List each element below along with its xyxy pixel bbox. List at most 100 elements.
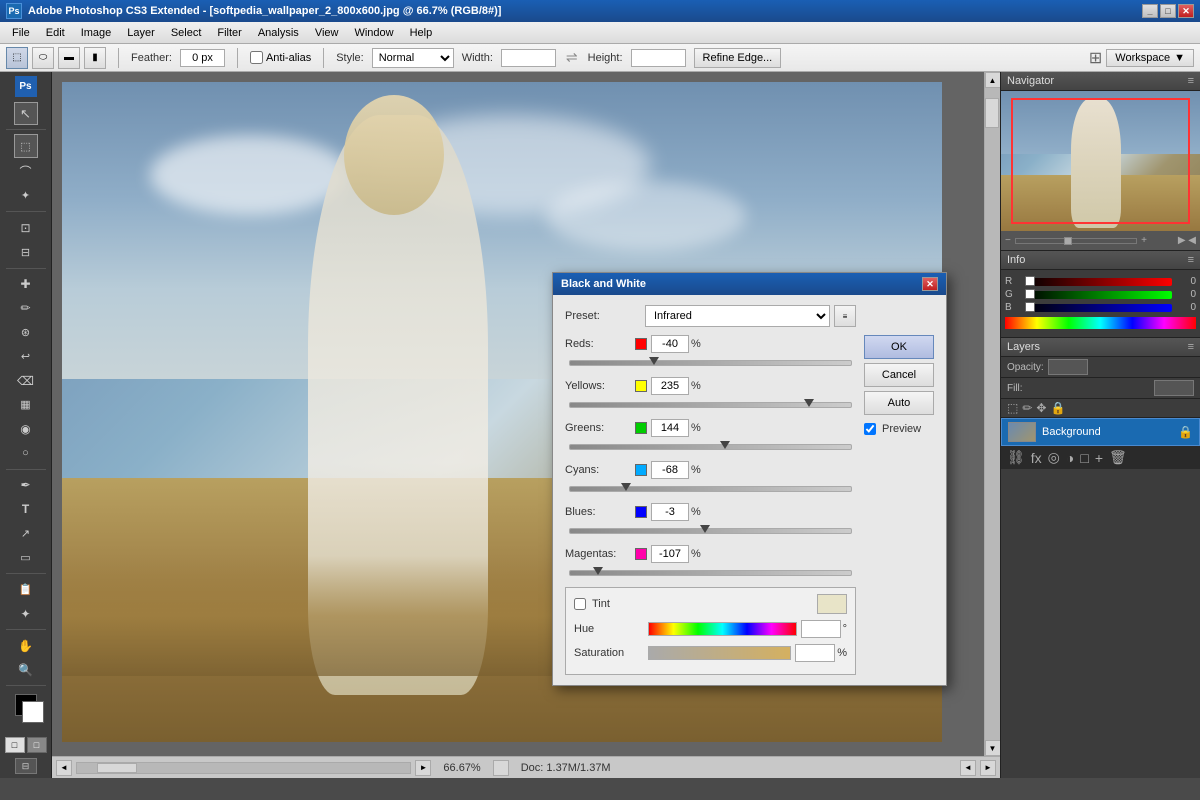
height-input[interactable] <box>631 49 686 67</box>
zoom-slider[interactable] <box>1015 238 1137 244</box>
menu-layer[interactable]: Layer <box>119 22 163 43</box>
greens-slider[interactable] <box>569 439 852 455</box>
stamp-tool[interactable]: ⊛ <box>14 321 38 344</box>
link-layers-icon[interactable]: ⛓ <box>1007 449 1025 466</box>
b-slider[interactable] <box>1025 304 1172 312</box>
blur-tool[interactable]: ◉ <box>14 417 38 440</box>
preset-select[interactable]: Infrared Default High Contrast Blue Filt… <box>645 305 830 327</box>
healing-brush-tool[interactable]: ✚ <box>14 273 38 296</box>
layer-item-background[interactable]: Background 🔒 <box>1001 418 1200 446</box>
gradient-tool[interactable]: ▦ <box>14 393 38 416</box>
quick-mask-button[interactable]: □ <box>27 737 47 753</box>
menu-image[interactable]: Image <box>73 22 120 43</box>
status-nav-left[interactable]: ◄ <box>960 760 976 776</box>
r-slider[interactable] <box>1025 278 1172 286</box>
cyans-value[interactable]: -68 <box>651 461 689 479</box>
lasso-tool[interactable]: ⌒ <box>14 160 38 183</box>
shape-tool[interactable]: ▭ <box>14 546 38 569</box>
layers-menu-icon[interactable]: ≡ <box>1188 341 1194 353</box>
magic-wand-tool[interactable]: ✦ <box>14 184 38 207</box>
row-marquee-button[interactable]: ▬ <box>58 47 80 69</box>
blues-value[interactable]: -3 <box>651 503 689 521</box>
notes-tool[interactable]: 📋 <box>14 578 38 601</box>
panel-menu-icon[interactable]: ≡ <box>1188 75 1194 87</box>
minimize-button[interactable]: _ <box>1142 4 1158 18</box>
menu-help[interactable]: Help <box>402 22 441 43</box>
zoom-slider-thumb[interactable] <box>1064 237 1072 245</box>
menu-window[interactable]: Window <box>346 22 401 43</box>
slice-tool[interactable]: ⊟ <box>14 241 38 264</box>
tint-checkbox[interactable] <box>574 598 586 610</box>
swap-icon[interactable]: ⇌ <box>566 49 578 66</box>
menu-filter[interactable]: Filter <box>209 22 249 43</box>
info-panel-menu-icon[interactable]: ≡ <box>1188 254 1194 266</box>
rect-marquee-button[interactable]: ⬚ <box>6 47 28 69</box>
zoom-tool[interactable]: 🔍 <box>14 658 38 681</box>
cancel-button[interactable]: Cancel <box>864 363 934 387</box>
path-selection-tool[interactable]: ↗ <box>14 522 38 545</box>
lock-pixels-icon[interactable]: ✏ <box>1022 401 1032 415</box>
crop-tool[interactable]: ⊡ <box>14 216 38 239</box>
new-adjustment-icon[interactable]: ◑ <box>1066 450 1074 466</box>
scroll-track[interactable] <box>985 88 1000 740</box>
dialog-close-button[interactable]: ✕ <box>922 277 938 291</box>
opacity-input[interactable]: 100% <box>1048 359 1088 375</box>
new-group-icon[interactable]: □ <box>1080 450 1088 466</box>
yellows-slider[interactable] <box>569 397 852 413</box>
refine-edge-button[interactable]: Refine Edge... <box>694 48 782 68</box>
dodge-tool[interactable]: ○ <box>14 441 38 464</box>
reds-value[interactable]: -40 <box>651 335 689 353</box>
status-nav-right[interactable]: ► <box>980 760 996 776</box>
type-tool[interactable]: T <box>14 498 38 521</box>
menu-view[interactable]: View <box>307 22 347 43</box>
hand-tool[interactable]: ✋ <box>14 634 38 657</box>
ellip-marquee-button[interactable]: ⬭ <box>32 47 54 69</box>
screen-mode-button[interactable]: ⊟ <box>15 758 37 773</box>
magentas-slider[interactable] <box>569 565 852 581</box>
tint-preview-swatch[interactable] <box>817 594 847 614</box>
ok-button[interactable]: OK <box>864 335 934 359</box>
pen-tool[interactable]: ✒ <box>14 474 38 497</box>
add-mask-icon[interactable]: ◎ <box>1048 449 1060 466</box>
layer-style-icon[interactable]: fx <box>1031 450 1042 466</box>
workspace-button[interactable]: Workspace ▼ <box>1106 49 1194 67</box>
rect-select-tool[interactable]: ⬚ <box>14 134 38 158</box>
cyans-slider[interactable] <box>569 481 852 497</box>
menu-file[interactable]: File <box>4 22 38 43</box>
standard-mode-button[interactable]: □ <box>5 737 25 753</box>
reds-slider[interactable] <box>569 355 852 371</box>
status-arrow-button[interactable] <box>493 760 509 776</box>
width-input[interactable] <box>501 49 556 67</box>
saturation-input[interactable] <box>795 644 835 662</box>
history-brush-tool[interactable]: ↩ <box>14 345 38 368</box>
close-button[interactable]: ✕ <box>1178 4 1194 18</box>
preview-checkbox[interactable] <box>864 423 876 435</box>
magentas-value[interactable]: -107 <box>651 545 689 563</box>
delete-layer-icon[interactable]: 🗑 <box>1109 449 1127 466</box>
menu-edit[interactable]: Edit <box>38 22 73 43</box>
greens-value[interactable]: 144 <box>651 419 689 437</box>
preset-options-button[interactable]: ≡ <box>834 305 856 327</box>
scroll-down-button[interactable]: ▼ <box>985 740 1001 756</box>
move-tool[interactable]: ↖ <box>14 102 38 125</box>
g-thumb[interactable] <box>1025 289 1035 299</box>
blues-slider[interactable] <box>569 523 852 539</box>
restore-button[interactable]: □ <box>1160 4 1176 18</box>
scroll-thumb[interactable] <box>985 98 999 128</box>
r-thumb[interactable] <box>1025 276 1035 286</box>
brush-tool[interactable]: ✏ <box>14 297 38 320</box>
yellows-value[interactable]: 235 <box>651 377 689 395</box>
feather-input[interactable] <box>180 49 225 67</box>
anti-alias-checkbox[interactable] <box>250 51 263 64</box>
foreground-color[interactable] <box>15 694 37 716</box>
background-color[interactable] <box>22 701 44 723</box>
new-layer-icon[interactable]: + <box>1095 450 1103 466</box>
style-select[interactable]: Normal Fixed Ratio Fixed Size <box>372 48 454 68</box>
lock-transparent-icon[interactable]: ⬚ <box>1007 401 1018 415</box>
lock-position-icon[interactable]: ✥ <box>1036 401 1046 415</box>
b-thumb[interactable] <box>1025 302 1035 312</box>
hue-input[interactable] <box>801 620 841 638</box>
g-slider[interactable] <box>1025 291 1172 299</box>
lock-all-icon[interactable]: 🔒 <box>1050 401 1065 415</box>
h-scroll-thumb[interactable] <box>97 763 137 773</box>
